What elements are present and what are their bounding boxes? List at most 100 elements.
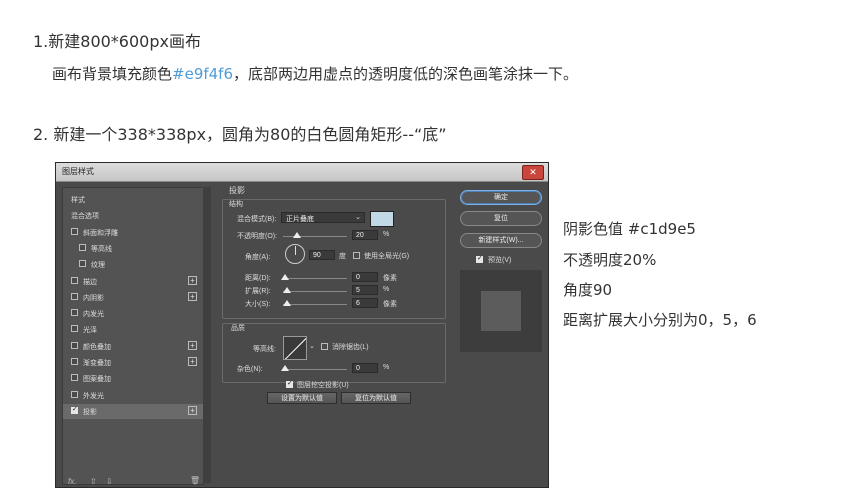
step2-heading: 2. 新建一个338*338px，圆角为80的白色圆角矩形--“底” [33,125,447,144]
global-light-label: 使用全局光(G) [364,253,410,260]
style-item-checkbox[interactable] [79,243,86,251]
style-item-checkbox[interactable] [79,260,86,268]
noise-input[interactable]: 0 [352,363,378,373]
spread-slider-track[interactable] [283,291,347,292]
structure-group: 结构 混合模式(B): 正片叠底 ⌄ 不透明度(O): 20 % 角度(A): … [222,199,446,319]
style-item-checkbox[interactable] [71,358,78,365]
style-list: 样式混合选项斜面和浮雕等高线纹理描边 + 内阴影 + 内发光光泽颜色叠加 + 渐变叠加 + 图案… [62,187,204,485]
make-default-button[interactable]: 设置为默认值 [267,392,337,404]
knockout-checkbox[interactable] [286,379,293,388]
chevron-down-icon[interactable]: ⌄ [309,342,315,350]
style-item-label: 内阴影 [83,294,104,302]
add-effect-icon[interactable]: + [188,357,197,366]
antialias-checkbox[interactable] [321,343,328,350]
style-item-checkbox[interactable] [71,374,78,382]
style-list-scrollbar[interactable] [203,187,211,483]
add-effect-icon[interactable]: + [188,291,197,301]
style-item-label: 投影 [83,408,97,416]
blend-mode-select[interactable]: 正片叠底 ⌄ [281,212,365,223]
note-angle: 角度90 [563,281,613,299]
style-item[interactable]: 外发光 [63,388,203,403]
style-item-checkbox[interactable] [71,227,78,235]
section-title: 投影 [229,186,245,195]
preview-label: 预览(V) [488,257,512,264]
bg-hex-value: #e9f4f6 [172,65,234,83]
spread-input[interactable]: 5 [352,285,378,295]
style-item-label: 样式 [71,197,85,204]
distance-slider-track[interactable] [283,278,347,279]
style-item[interactable]: 描边 + [63,274,203,289]
distance-input[interactable]: 0 [352,272,378,282]
style-item[interactable]: 混合选项 [63,208,203,223]
note-distance-spread-size: 距离扩展大小分别为0，5，6 [563,311,757,329]
style-item[interactable]: 渐变叠加 + [63,355,203,370]
trash-icon[interactable]: 🗑 [190,476,200,485]
close-button[interactable]: ✕ [522,165,544,180]
fx-icon[interactable]: fx. [68,477,76,486]
noise-slider-track[interactable] [283,369,347,370]
style-item-label: 渐变叠加 [83,360,111,367]
arrow-down-icon[interactable]: ⇩ [106,477,113,486]
style-item-checkbox[interactable] [71,309,78,317]
style-item[interactable]: 图案叠加 [63,371,203,386]
style-item-label: 描边 [83,278,97,286]
add-effect-icon[interactable]: + [188,340,197,350]
reset-default-button[interactable]: 复位为默认值 [341,392,411,404]
style-item[interactable]: 样式 [63,192,203,207]
style-item-label: 外发光 [83,392,104,400]
reset-button[interactable]: 复位 [460,211,542,226]
noise-slider-handle[interactable] [281,365,289,371]
style-item[interactable]: 纹理 [63,257,203,272]
size-slider-track[interactable] [283,304,347,305]
size-slider-handle[interactable] [283,300,291,306]
style-item[interactable]: 等高线 [63,241,203,256]
noise-label: 杂色(N): [237,366,263,373]
style-item-label: 等高线 [91,245,112,253]
style-item-checkbox[interactable] [71,341,78,349]
note-opacity: 不透明度20% [563,251,657,269]
arrow-up-icon[interactable]: ⇧ [90,477,97,486]
opacity-input[interactable]: 20 [352,230,378,240]
new-style-button[interactable]: 新建样式(W)... [460,233,542,248]
size-label: 大小(S): [245,301,271,308]
desc-prefix: 画布背景填充颜色 [52,65,173,83]
shadow-color-swatch[interactable] [370,211,394,227]
blend-mode-label: 混合模式(B): [237,216,277,223]
opacity-unit: % [383,231,390,238]
preview-box [460,270,542,352]
style-item[interactable]: 投影 + [63,403,203,419]
style-item-label: 光泽 [83,327,97,335]
add-effect-icon[interactable]: + [188,275,197,285]
style-item-label: 颜色叠加 [83,343,111,351]
quality-group: 品质 等高线: ⌄ 消除锯齿(L) 杂色(N): 0 % [222,323,446,383]
style-item[interactable]: 内阴影 + [63,290,203,305]
style-item-label: 斜面和浮雕 [83,229,118,237]
style-item-checkbox[interactable] [71,292,78,300]
style-item[interactable]: 斜面和浮雕 [63,225,203,240]
spread-slider-handle[interactable] [283,287,291,293]
contour-picker[interactable] [283,336,307,360]
size-input[interactable]: 6 [352,298,378,308]
desc-suffix: ，底部两边用虚点的透明度低的深色画笔涂抹一下。 [233,65,579,83]
angle-dial[interactable] [285,244,305,264]
style-item-label: 图案叠加 [83,376,111,384]
style-item-checkbox[interactable] [71,325,78,333]
distance-slider-handle[interactable] [281,274,289,280]
size-unit: 像素 [383,301,397,308]
style-item-checkbox[interactable] [71,405,78,414]
style-item[interactable]: 颜色叠加 + [63,339,203,354]
preview-checkbox[interactable] [476,254,483,263]
style-item-checkbox[interactable] [71,276,78,284]
angle-input[interactable]: 90 [309,250,335,260]
opacity-slider-handle[interactable] [293,232,301,238]
global-light-checkbox[interactable] [353,252,360,259]
add-effect-icon[interactable]: + [188,405,197,415]
style-item[interactable]: 内发光 [63,306,203,321]
style-item-label: 纹理 [91,262,105,270]
style-item-checkbox[interactable] [71,390,78,398]
style-item[interactable]: 光泽 [63,322,203,337]
ok-button[interactable]: 确定 [460,190,542,205]
chevron-down-icon: ⌄ [355,214,361,221]
blend-mode-value: 正片叠底 [286,216,314,223]
style-item-label: 内发光 [83,311,104,319]
